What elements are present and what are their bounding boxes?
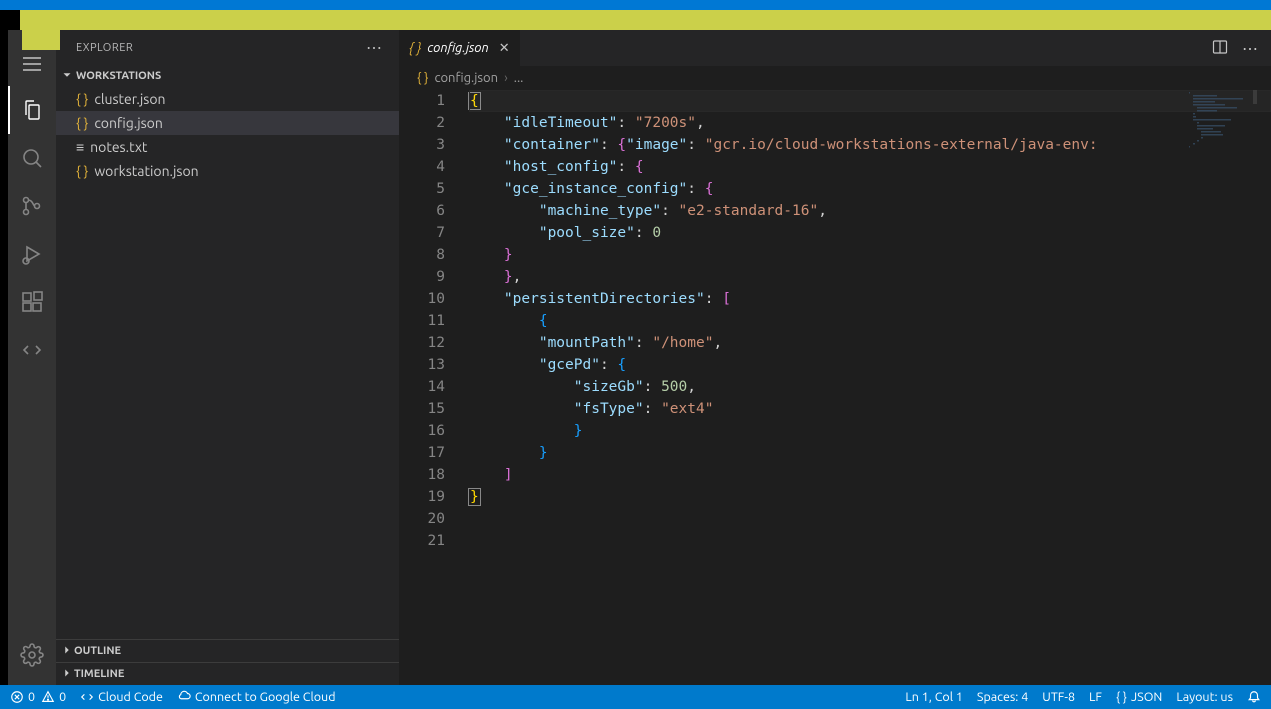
code-content[interactable]: { "idleTimeout": "7200s", "container": {… — [459, 90, 1271, 685]
error-count: 0 — [28, 690, 35, 704]
sidebar-header: EXPLORER ⋯ — [56, 30, 399, 65]
warning-count: 0 — [59, 690, 66, 704]
editor-area: { } config.json ✕ ⋯ { } config.json › ..… — [399, 30, 1271, 685]
cloud-code-icon[interactable] — [8, 326, 56, 374]
status-language[interactable]: { } JSON — [1116, 690, 1162, 704]
file-item-cluster-json[interactable]: { } cluster.json — [56, 87, 399, 111]
sidebar-section-workstations[interactable]: WORKSTATIONS — [56, 65, 399, 87]
sidebar-title: EXPLORER — [76, 42, 133, 54]
window-yellow-notch — [22, 10, 60, 50]
status-errors[interactable]: 0 — [10, 690, 35, 704]
file-name-label: cluster.json — [94, 91, 165, 107]
file-list: { }cluster.json{ }config.json≡notes.txt{… — [56, 87, 399, 639]
file-item-workstation-json[interactable]: { } workstation.json — [56, 159, 399, 183]
connect-cloud-label: Connect to Google Cloud — [195, 690, 336, 704]
status-bar: 0 0 Cloud Code Connect to Google Cloud L… — [0, 685, 1271, 709]
status-cursor-pos[interactable]: Ln 1, Col 1 — [905, 690, 963, 704]
timeline-label: TIMELINE — [74, 668, 124, 680]
status-layout[interactable]: Layout: us — [1176, 690, 1233, 704]
json-icon: { } — [417, 71, 428, 85]
file-item-notes-txt[interactable]: ≡ notes.txt — [56, 135, 399, 159]
json-icon: { } — [76, 91, 88, 107]
main-area: EXPLORER ⋯ WORKSTATIONS { }cluster.json{… — [0, 30, 1271, 685]
file-name-label: workstation.json — [94, 163, 198, 179]
split-editor-icon[interactable] — [1212, 39, 1228, 58]
outline-section[interactable]: OUTLINE — [56, 639, 399, 662]
explorer-icon[interactable] — [8, 86, 56, 134]
timeline-section[interactable]: TIMELINE — [56, 662, 399, 685]
status-warnings[interactable]: 0 — [41, 690, 66, 704]
breadcrumb[interactable]: { } config.json › ... — [399, 66, 1271, 90]
settings-gear-icon[interactable] — [8, 631, 56, 679]
braces-icon: { } — [1116, 690, 1127, 704]
sidebar-more-icon[interactable]: ⋯ — [366, 38, 383, 57]
json-icon: { } — [76, 115, 88, 131]
chevron-right-icon — [60, 643, 74, 660]
window-top-yellow-bar — [20, 10, 1271, 30]
tab-filename: config.json — [427, 41, 488, 55]
left-black-rail — [0, 30, 8, 685]
json-icon: { } — [409, 40, 421, 56]
chevron-right-icon — [60, 666, 74, 683]
extensions-icon[interactable] — [8, 278, 56, 326]
tab-config-json[interactable]: { } config.json ✕ — [399, 30, 521, 66]
breadcrumb-separator: › — [504, 71, 508, 85]
chevron-down-icon — [60, 68, 74, 85]
outline-label: OUTLINE — [74, 645, 121, 657]
search-icon[interactable] — [8, 134, 56, 182]
code-editor[interactable]: 123456789101112131415161718192021 { "idl… — [399, 90, 1271, 685]
tab-close-icon[interactable]: ✕ — [499, 41, 510, 56]
run-debug-icon[interactable] — [8, 230, 56, 278]
file-item-config-json[interactable]: { } config.json — [56, 111, 399, 135]
status-connect-cloud[interactable]: Connect to Google Cloud — [177, 690, 336, 704]
breadcrumb-rest: ... — [514, 71, 524, 85]
file-name-label: config.json — [94, 115, 163, 131]
editor-more-icon[interactable]: ⋯ — [1242, 39, 1259, 58]
status-encoding[interactable]: UTF-8 — [1042, 690, 1075, 704]
sidebar-section-label: WORKSTATIONS — [76, 70, 161, 82]
source-control-icon[interactable] — [8, 182, 56, 230]
status-eol[interactable]: LF — [1089, 690, 1102, 704]
cloud-code-label: Cloud Code — [98, 690, 163, 704]
file-name-label: notes.txt — [90, 139, 147, 155]
status-bell-icon[interactable] — [1247, 690, 1261, 704]
status-spaces[interactable]: Spaces: 4 — [977, 690, 1028, 704]
breadcrumb-file: config.json — [434, 71, 498, 85]
status-cloud-code[interactable]: Cloud Code — [80, 690, 163, 704]
window-top-blue-bar — [0, 0, 1271, 10]
line-number-gutter: 123456789101112131415161718192021 — [399, 90, 459, 685]
json-icon: { } — [76, 163, 88, 179]
tab-bar: { } config.json ✕ ⋯ — [399, 30, 1271, 66]
text-icon: ≡ — [76, 139, 84, 155]
current-line-highlight — [469, 90, 1271, 112]
sidebar: EXPLORER ⋯ WORKSTATIONS { }cluster.json{… — [56, 30, 399, 685]
activity-bar — [8, 30, 56, 685]
menu-icon[interactable] — [8, 50, 56, 78]
